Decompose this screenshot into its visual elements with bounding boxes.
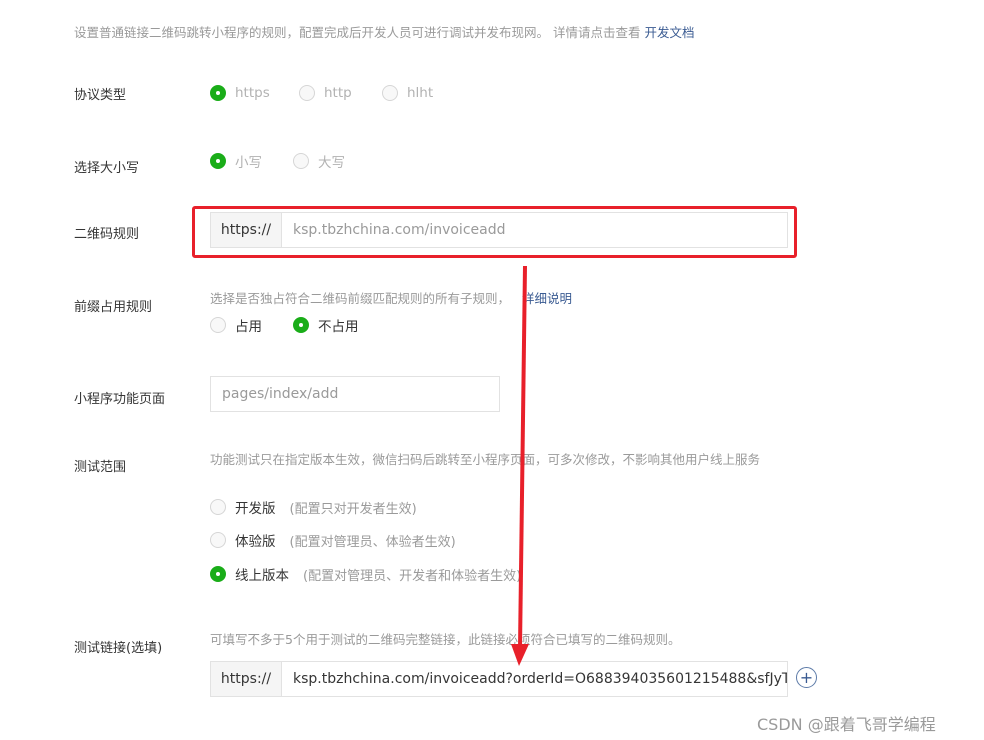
protocol-label: 协议类型 — [74, 88, 127, 103]
radio-label: 线上版本 — [235, 568, 289, 584]
test-link-input-group: https:// ksp.tbzhchina.com/invoiceadd?or… — [210, 661, 788, 697]
radio-note: (配置对管理员、体验者生效) — [289, 534, 456, 550]
protocol-radio-https[interactable]: https — [210, 85, 270, 101]
page-input[interactable]: pages/index/add — [210, 376, 500, 412]
radio-label: 不占用 — [318, 319, 359, 335]
radio-checked-icon — [210, 153, 226, 169]
prefix-rule-hint: 选择是否独占符合二维码前缀匹配规则的所有子规则， 详细说明 — [210, 287, 572, 310]
qr-rule-label: 二维码规则 — [74, 227, 140, 242]
test-scope-radio-trial[interactable]: 体验版 (配置对管理员、体验者生效) — [210, 530, 456, 550]
case-radio-upper[interactable]: 大写 — [293, 151, 345, 171]
prefix-rule-radio-occupy[interactable]: 占用 — [210, 315, 262, 335]
radio-label: hlht — [407, 85, 434, 101]
test-scope-hint: 功能测试只在指定版本生效，微信扫码后跳转至小程序页面，可多次修改，不影响其他用户… — [210, 452, 761, 467]
page-description: 设置普通链接二维码跳转小程序的规则，配置完成后开发人员可进行调试并发布现网。 详… — [74, 22, 694, 41]
test-link-input[interactable]: ksp.tbzhchina.com/invoiceadd?orderId=O68… — [282, 662, 787, 696]
add-test-link-button[interactable]: + — [796, 667, 817, 688]
annotation-highlight-box — [192, 206, 797, 258]
test-link-prefix: https:// — [211, 662, 282, 696]
radio-unchecked-icon — [382, 85, 398, 101]
radio-label: 小写 — [235, 155, 262, 171]
radio-label: 开发版 — [235, 501, 276, 517]
plus-icon: + — [799, 667, 814, 687]
prefix-rule-label: 前缀占用规则 — [74, 300, 153, 315]
watermark: CSDN @跟着飞哥学编程 — [757, 715, 936, 734]
test-link-hint: 可填写不多于5个用于测试的二维码完整链接，此链接必须符合已填写的二维码规则。 — [210, 632, 681, 647]
radio-unchecked-icon — [210, 532, 226, 548]
radio-checked-icon — [210, 566, 226, 582]
page-label: 小程序功能页面 — [74, 392, 166, 407]
radio-label: https — [235, 85, 270, 101]
test-link-label: 测试链接(选填) — [74, 641, 163, 656]
radio-label: 体验版 — [235, 534, 276, 550]
protocol-radio-http[interactable]: http — [299, 85, 352, 101]
prefix-rule-radio-not-occupy[interactable]: 不占用 — [293, 315, 359, 335]
radio-note: (配置对管理员、开发者和体验者生效) — [303, 568, 522, 584]
radio-checked-icon — [210, 85, 226, 101]
radio-label: 大写 — [318, 155, 345, 171]
case-label: 选择大小写 — [74, 161, 140, 176]
radio-unchecked-icon — [299, 85, 315, 101]
prefix-rule-detail-link[interactable]: 详细说明 — [522, 291, 572, 306]
radio-label: http — [324, 85, 352, 101]
case-radio-lower[interactable]: 小写 — [210, 151, 262, 171]
prefix-rule-hint-text: 选择是否独占符合二维码前缀匹配规则的所有子规则， — [210, 291, 511, 306]
radio-checked-icon — [293, 317, 309, 333]
radio-unchecked-icon — [210, 499, 226, 515]
radio-label: 占用 — [235, 319, 262, 335]
dev-docs-link[interactable]: 开发文档 — [644, 25, 694, 40]
test-scope-radio-dev[interactable]: 开发版 (配置只对开发者生效) — [210, 497, 417, 517]
radio-note: (配置只对开发者生效) — [289, 501, 417, 517]
description-text: 设置普通链接二维码跳转小程序的规则，配置完成后开发人员可进行调试并发布现网。 详… — [74, 25, 641, 40]
test-scope-label: 测试范围 — [74, 460, 127, 475]
radio-unchecked-icon — [293, 153, 309, 169]
protocol-radio-hlht[interactable]: hlht — [382, 85, 433, 101]
test-scope-radio-online[interactable]: 线上版本 (配置对管理员、开发者和体验者生效) — [210, 564, 521, 584]
radio-unchecked-icon — [210, 317, 226, 333]
